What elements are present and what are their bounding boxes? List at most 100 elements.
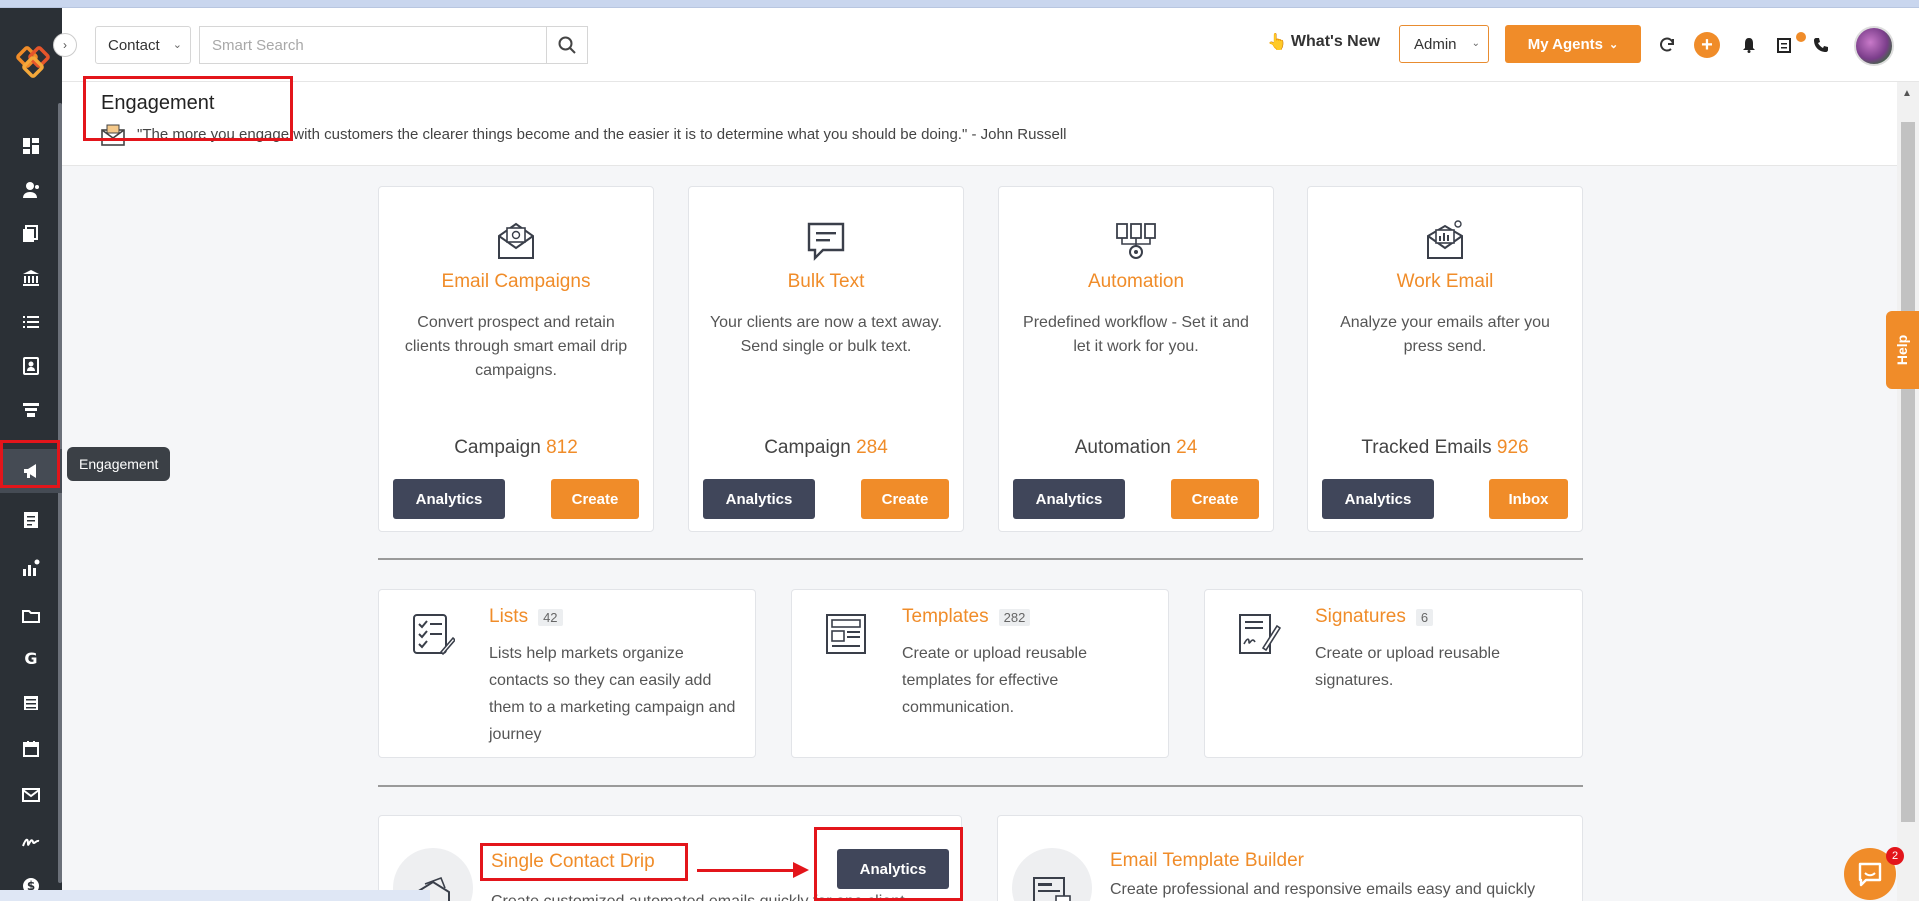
card-email-campaigns: Email Campaigns Convert prospect and ret… [378,186,654,532]
search-button[interactable] [546,26,588,64]
stat-label: Campaign [454,437,541,458]
card-lists: Lists 42 Lists help markets organize cont… [378,589,756,758]
bulk-text-create-button[interactable]: Create [861,479,949,519]
admin-select[interactable]: Admin ⌄ [1399,25,1489,63]
page-header: Engagement "The more you engage with cus… [62,82,1897,166]
card-signatures: Signatures 6 Create or upload reusable si… [1204,589,1583,758]
refresh-button[interactable] [1657,35,1677,55]
sidebar-item-address-book[interactable] [0,344,62,388]
templates-title[interactable]: Templates [902,606,989,628]
card-stat: Tracked Emails 926 [1308,437,1582,459]
card-automation: Automation Predefined workflow - Set it … [998,186,1274,532]
builder-icon-circle [1012,848,1092,901]
card-description: Analyze your emails after you press send… [1340,314,1550,355]
whats-new-label: What's New [1290,33,1381,50]
sidebar-item-signature[interactable] [0,819,62,863]
admin-select-value: Admin [1414,35,1457,53]
single-contact-drip-analytics-button[interactable]: Analytics [837,849,949,889]
chat-icon [1858,862,1882,887]
email-campaigns-create-button[interactable]: Create [551,479,639,519]
card-templates: Templates 282 Create or upload reusable t… [791,589,1169,758]
card-description: Create professional and responsive email… [1110,881,1536,898]
tasks-button[interactable] [1774,35,1794,55]
quick-add-button[interactable]: + [1694,32,1720,58]
funnel-icon [23,403,39,417]
help-tab[interactable]: Help [1886,311,1919,389]
card-title[interactable]: Templates 282 [902,606,1031,628]
sidebar-item-funnel[interactable] [0,388,62,432]
sidebar-collapse-button[interactable]: › [53,33,77,57]
automation-icon [1116,223,1156,259]
count-badge: 42 [538,608,563,626]
chat-bubble-icon [807,222,845,261]
topbar: Contact ⌄ 👆 What's New Admin ⌄ My Agents… [62,8,1919,82]
card-title[interactable]: Single Contact Drip [491,851,655,873]
checklist-icon [413,614,455,656]
contact-select[interactable]: Contact ⌄ [95,26,191,64]
card-title[interactable]: Signatures 6 [1315,606,1434,628]
smart-search-input[interactable] [199,26,546,64]
scroll-up-icon[interactable]: ▲ [1902,88,1912,99]
stat-label: Automation [1074,437,1171,458]
card-description: Create or upload reusable templates for … [902,645,1088,716]
signatures-title[interactable]: Signatures [1315,606,1406,628]
pointer-arrow-head [793,862,809,878]
card-description: Your clients are now a text away. Send s… [709,314,943,355]
email-campaign-icon [498,222,534,259]
card-description: Create or upload reusable signatures. [1315,645,1501,689]
bulk-text-analytics-button[interactable]: Analytics [703,479,815,519]
work-email-inbox-button[interactable]: Inbox [1489,479,1568,519]
browser-top-strip [0,0,1919,8]
sidebar-item-google[interactable]: G [0,636,62,680]
my-agents-button[interactable]: My Agents ⌄ [1505,25,1641,63]
card-title[interactable]: Lists 42 [489,606,563,628]
stat-value: 812 [546,437,578,458]
template-icon [826,614,866,654]
phone-button[interactable] [1811,35,1831,55]
folder-icon [22,610,40,623]
lists-title[interactable]: Lists [489,606,528,628]
sidebar-item-folder[interactable] [0,594,62,638]
stat-value: 24 [1176,437,1198,458]
help-label: Help [1894,334,1911,366]
page-scrollbar-thumb[interactable] [1901,122,1915,822]
card-description: Create customized automated emails quick… [491,893,905,901]
section-divider [378,785,1583,787]
card-description: Convert prospect and retain clients thro… [404,314,628,379]
sidebar-item-mail[interactable] [0,773,62,817]
email-campaigns-analytics-button[interactable]: Analytics [393,479,505,519]
chevron-down-icon: ⌄ [1471,38,1480,49]
sidebar-item-analytics[interactable] [0,546,62,590]
card-stat: Campaign 812 [379,437,653,459]
automation-analytics-button[interactable]: Analytics [1013,479,1125,519]
card-email-template-builder: Email Template Builder Create profession… [997,815,1583,901]
sidebar-item-bank[interactable] [0,256,62,300]
card-description: Predefined workflow - Set it and let it … [1023,314,1249,355]
notifications-button[interactable] [1739,35,1759,55]
sidebar-item-contacts[interactable] [0,168,62,212]
sidebar-item-spreadsheet[interactable] [0,681,62,725]
sidebar-item-documents[interactable] [0,212,62,256]
sidebar-item-dashboard[interactable] [0,124,62,168]
card-title[interactable]: Bulk Text [689,271,963,293]
card-title[interactable]: Email Campaigns [379,271,653,293]
automation-create-button[interactable]: Create [1171,479,1259,519]
user-avatar[interactable] [1854,26,1894,66]
card-title[interactable]: Automation [999,271,1273,293]
page-scrollbar[interactable]: ▲ [1897,82,1919,901]
card-title[interactable]: Work Email [1308,271,1582,293]
sidebar-item-engagement[interactable] [0,449,62,493]
whats-new-link[interactable]: 👆 What's New [1267,32,1380,52]
sidebar-item-list[interactable] [0,300,62,344]
signature-document-icon [1239,614,1281,654]
work-email-analytics-button[interactable]: Analytics [1322,479,1434,519]
sidebar-item-calendar[interactable] [0,727,62,771]
card-stat: Automation 24 [999,437,1273,459]
sidebar-item-notes[interactable] [0,498,62,542]
count-badge: 6 [1415,608,1434,626]
app-logo-icon[interactable] [15,45,51,81]
card-bulk-text: Bulk Text Your clients are now a text aw… [688,186,964,532]
count-badge: 282 [998,608,1031,626]
card-title[interactable]: Email Template Builder [1110,850,1304,872]
sidebar: G $ [0,8,62,901]
